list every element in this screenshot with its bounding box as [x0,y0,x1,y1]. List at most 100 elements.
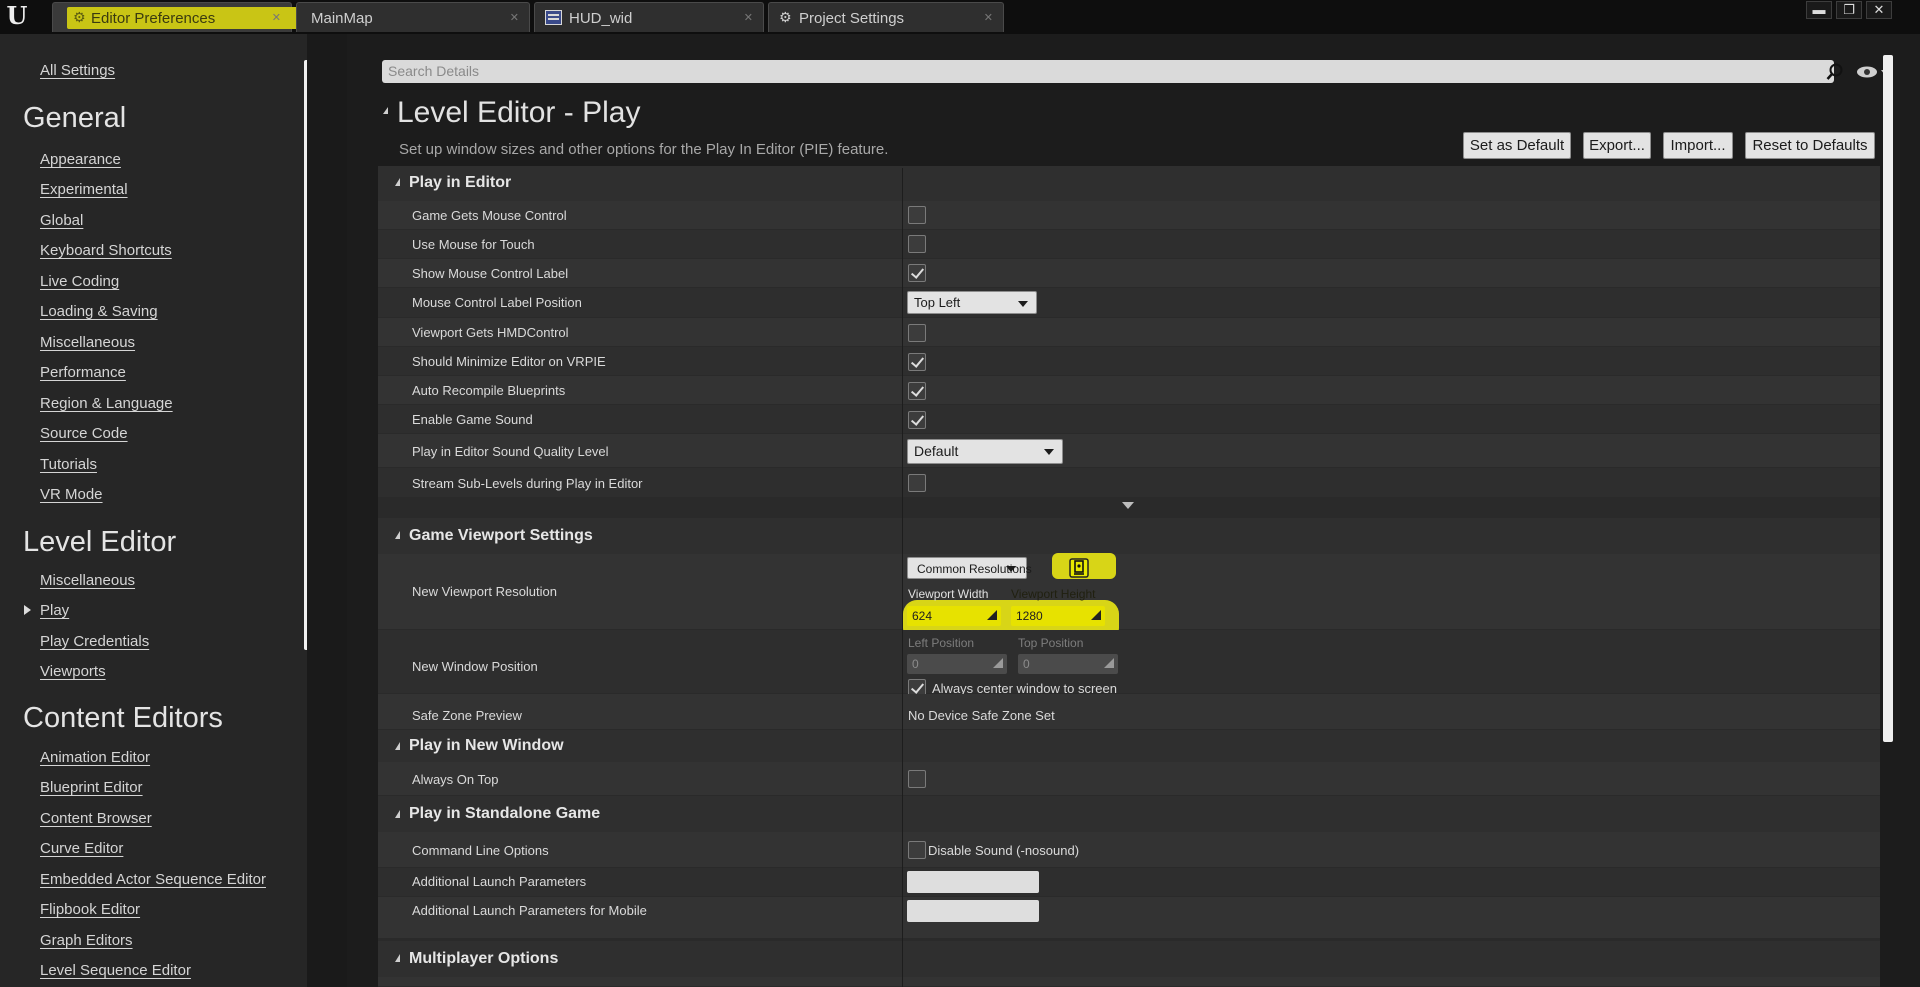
property-row [378,288,1880,318]
enable-game-sound-checkbox[interactable] [908,411,926,429]
common-resolutions-dropdown[interactable]: Common Resolutions [907,557,1032,579]
show-mouse-control-label-checkbox[interactable] [908,264,926,282]
close-tab-icon[interactable]: ✕ [272,11,281,24]
dropdown-value: Default [914,443,959,459]
viewport-gets-hmdcontrol-checkbox[interactable] [908,324,926,342]
details-scrollbar[interactable] [1883,55,1893,742]
left-position-input[interactable]: 0 [907,654,1007,674]
always-on-top-checkbox[interactable] [908,770,926,788]
nav-item-play[interactable]: Play [40,602,69,619]
close-window-button[interactable]: ✕ [1866,1,1892,19]
tab-hud-widget[interactable]: HUD_wid ✕ [534,2,764,32]
drag-handle-icon [1091,610,1101,620]
category-collapse-icon[interactable] [395,178,400,186]
tab-label: Project Settings [799,10,905,27]
set-as-default-button[interactable]: Set as Default [1463,132,1571,159]
viewport-height-input[interactable]: 1280 [1011,606,1105,626]
minimize-button[interactable]: ▬ [1806,1,1832,19]
property-label: Additional Launch Parameters for Mobile [412,903,647,918]
import-button[interactable]: Import... [1663,132,1733,159]
nav-item-source-code[interactable]: Source Code [40,425,128,442]
tab-project-settings[interactable]: ⚙ Project Settings ✕ [768,2,1004,32]
column-divider[interactable] [902,168,903,987]
nav-item-appearance[interactable]: Appearance [40,151,121,168]
property-row [378,230,1880,259]
safe-zone-value: No Device Safe Zone Set [908,708,1055,723]
category-play-in-standalone-game[interactable] [378,796,1880,832]
category-game-viewport-settings[interactable] [378,518,1880,554]
search-input[interactable] [382,60,1834,83]
nav-item-performance[interactable]: Performance [40,364,126,381]
nav-item-animation-editor[interactable]: Animation Editor [40,749,150,766]
minimize-editor-vrpie-checkbox[interactable] [908,353,926,371]
nav-heading-content-editors: Content Editors [23,702,223,734]
category-play-in-new-window[interactable] [378,730,1880,762]
chevron-down-icon [1006,566,1016,572]
nav-item-flipbook-editor[interactable]: Flipbook Editor [40,901,140,918]
mouse-label-position-dropdown[interactable]: Top Left [907,291,1037,314]
category-multiplayer-options[interactable] [378,941,1880,977]
nav-item-miscellaneous[interactable]: Miscellaneous [40,334,135,351]
export-button[interactable]: Export... [1583,132,1651,159]
restore-button[interactable]: ❐ [1836,1,1862,19]
category-collapse-icon[interactable] [395,810,400,818]
nav-item-viewports[interactable]: Viewports [40,663,106,680]
nav-item-level-sequence-editor[interactable]: Level Sequence Editor [40,962,191,979]
nav-item-global[interactable]: Global [40,212,83,229]
category-collapse-icon[interactable] [395,742,400,750]
top-position-label: Top Position [1018,636,1084,650]
swap-aspect-ratio-icon[interactable] [1069,558,1089,578]
nav-item-vr-mode[interactable]: VR Mode [40,486,103,503]
property-row [378,630,1880,694]
nav-item-curve-editor[interactable]: Curve Editor [40,840,123,857]
nav-item-embedded-actor-sequence-editor[interactable]: Embedded Actor Sequence Editor [40,871,266,888]
nav-item-graph-editors[interactable]: Graph Editors [40,932,133,949]
close-tab-icon[interactable]: ✕ [984,11,993,24]
settings-gear-icon: ⚙ [779,9,792,25]
drag-handle-icon [993,658,1003,668]
tab-mainmap[interactable]: MainMap ✕ [296,2,530,32]
property-row [378,259,1880,288]
nav-item-experimental[interactable]: Experimental [40,181,128,198]
close-tab-icon[interactable]: ✕ [510,11,519,24]
auto-recompile-blueprints-checkbox[interactable] [908,382,926,400]
sound-quality-level-dropdown[interactable]: Default [907,439,1063,464]
nav-item-region-language[interactable]: Region & Language [40,395,173,412]
reset-to-defaults-button[interactable]: Reset to Defaults [1745,132,1875,159]
viewport-width-input[interactable]: 624 [907,606,1001,626]
search-icon[interactable] [1826,63,1844,81]
category-play-in-editor[interactable] [378,166,1880,201]
title-bar: U ⚙ Editor Preferences ✕ MainMap ✕ HUD_w… [0,0,1920,34]
nav-item-level-miscellaneous[interactable]: Miscellaneous [40,572,135,589]
collapse-arrow-icon[interactable] [383,107,388,114]
viewport-width-label: Viewport Width [908,587,989,601]
nav-item-content-browser[interactable]: Content Browser [40,810,152,827]
nav-item-blueprint-editor[interactable]: Blueprint Editor [40,779,143,796]
preferences-icon: ⚙ [73,9,86,25]
nav-item-play-credentials[interactable]: Play Credentials [40,633,149,650]
tab-editor-preferences[interactable]: ⚙ Editor Preferences ✕ [52,2,299,32]
panel-splitter[interactable] [307,34,347,987]
nav-item-tutorials[interactable]: Tutorials [40,456,97,473]
disable-sound-checkbox[interactable] [908,841,926,859]
unreal-logo-icon: U [6,1,28,30]
category-collapse-icon[interactable] [395,531,400,539]
nav-item-keyboard-shortcuts[interactable]: Keyboard Shortcuts [40,242,172,259]
category-label: Play in New Window [409,737,564,754]
close-tab-icon[interactable]: ✕ [744,11,753,24]
expand-advanced-icon[interactable] [1122,502,1134,509]
property-row [378,405,1880,434]
stream-sublevels-checkbox[interactable] [908,474,926,492]
viewport-width-value: 624 [912,609,933,623]
category-collapse-icon[interactable] [395,954,400,962]
additional-launch-params-input[interactable] [907,871,1039,893]
nav-all-settings[interactable]: All Settings [40,62,115,79]
game-gets-mouse-control-checkbox[interactable] [908,206,926,224]
top-position-input[interactable]: 0 [1018,654,1118,674]
property-label: Should Minimize Editor on VRPIE [412,354,606,369]
nav-item-loading-saving[interactable]: Loading & Saving [40,303,158,320]
additional-launch-params-mobile-input[interactable] [907,900,1039,922]
nav-item-live-coding[interactable]: Live Coding [40,273,119,290]
use-mouse-for-touch-checkbox[interactable] [908,235,926,253]
category-label: Play in Standalone Game [409,805,601,822]
